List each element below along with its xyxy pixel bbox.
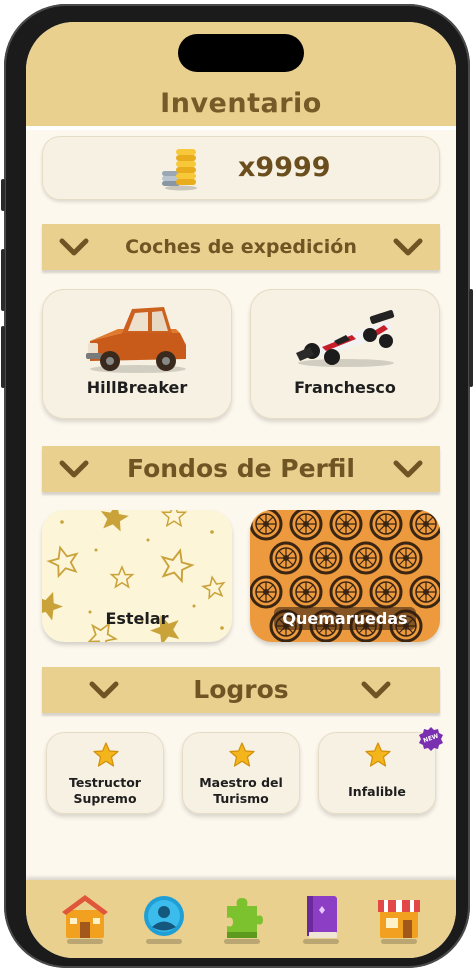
background-name: Quemaruedas [250, 607, 440, 630]
coin-count: x9999 [238, 152, 331, 183]
coin-balance: x9999 [42, 136, 440, 200]
nav-puzzle[interactable] [217, 892, 267, 944]
book-icon [307, 896, 337, 938]
star-icon [365, 742, 391, 767]
background-card-quemaruedas[interactable]: Quemaruedas [250, 510, 440, 642]
star-icon [93, 742, 119, 767]
nav-shadow [146, 939, 182, 944]
dynamic-island [178, 34, 304, 72]
vehicle-card[interactable]: HillBreaker [42, 289, 232, 419]
section-vehicles-header[interactable]: Coches de expedición [42, 224, 440, 270]
phone-button [1, 179, 5, 211]
section-label: Coches de expedición [125, 236, 357, 258]
nav-shop[interactable] [374, 892, 424, 944]
bottom-nav [26, 880, 456, 958]
vehicle-card[interactable]: Franchesco [250, 289, 440, 419]
nav-profile[interactable] [139, 892, 189, 944]
achievement-card[interactable]: Testructor Supremo [46, 732, 164, 814]
puzzle-icon [227, 898, 263, 938]
nav-shadow [303, 939, 339, 944]
star-icon [229, 742, 255, 767]
vehicle-name: HillBreaker [86, 378, 188, 397]
chevron-down-icon[interactable] [360, 679, 392, 701]
achievement-title: Maestro del Turismo [199, 775, 283, 806]
nav-shadow [67, 939, 103, 944]
nav-shadow [224, 939, 260, 944]
home-icon [62, 895, 108, 938]
phone-button [1, 326, 5, 388]
phone-button [1, 249, 5, 311]
background-name: Estelar [105, 609, 169, 628]
section-backgrounds-header[interactable]: Fondos de Perfil [42, 446, 440, 492]
achievement-title: Infalible [348, 784, 406, 799]
race-car-icon [296, 310, 395, 367]
coin-stack-icon [162, 149, 197, 191]
achievement-card[interactable]: Infalible NEW [318, 727, 443, 814]
achievement-title: Testructor Supremo [69, 775, 141, 806]
nav-shadow [381, 939, 417, 944]
header-divider [26, 126, 456, 130]
chevron-down-icon[interactable] [392, 236, 424, 258]
app-screen: Inventario x9999 Coches de expedición Hi… [26, 22, 456, 958]
new-badge: NEW [418, 726, 444, 752]
section-label: Fondos de Perfil [127, 454, 355, 483]
phone-button [469, 289, 473, 387]
achievement-card[interactable]: Maestro del Turismo [182, 732, 300, 814]
profile-icon [144, 896, 184, 936]
phone-frame: Inventario x9999 Coches de expedición Hi… [1, 4, 473, 968]
background-card-estelar[interactable]: Estelar [42, 510, 232, 642]
vehicle-name: Franchesco [294, 378, 396, 397]
nav-home[interactable] [60, 892, 110, 944]
shop-icon [378, 900, 420, 938]
nav-book[interactable] [296, 892, 346, 944]
section-achievements-header[interactable]: Logros [42, 667, 440, 713]
pickup-truck-icon [86, 307, 186, 373]
page-title: Inventario [160, 88, 322, 119]
chevron-down-icon[interactable] [392, 458, 424, 480]
